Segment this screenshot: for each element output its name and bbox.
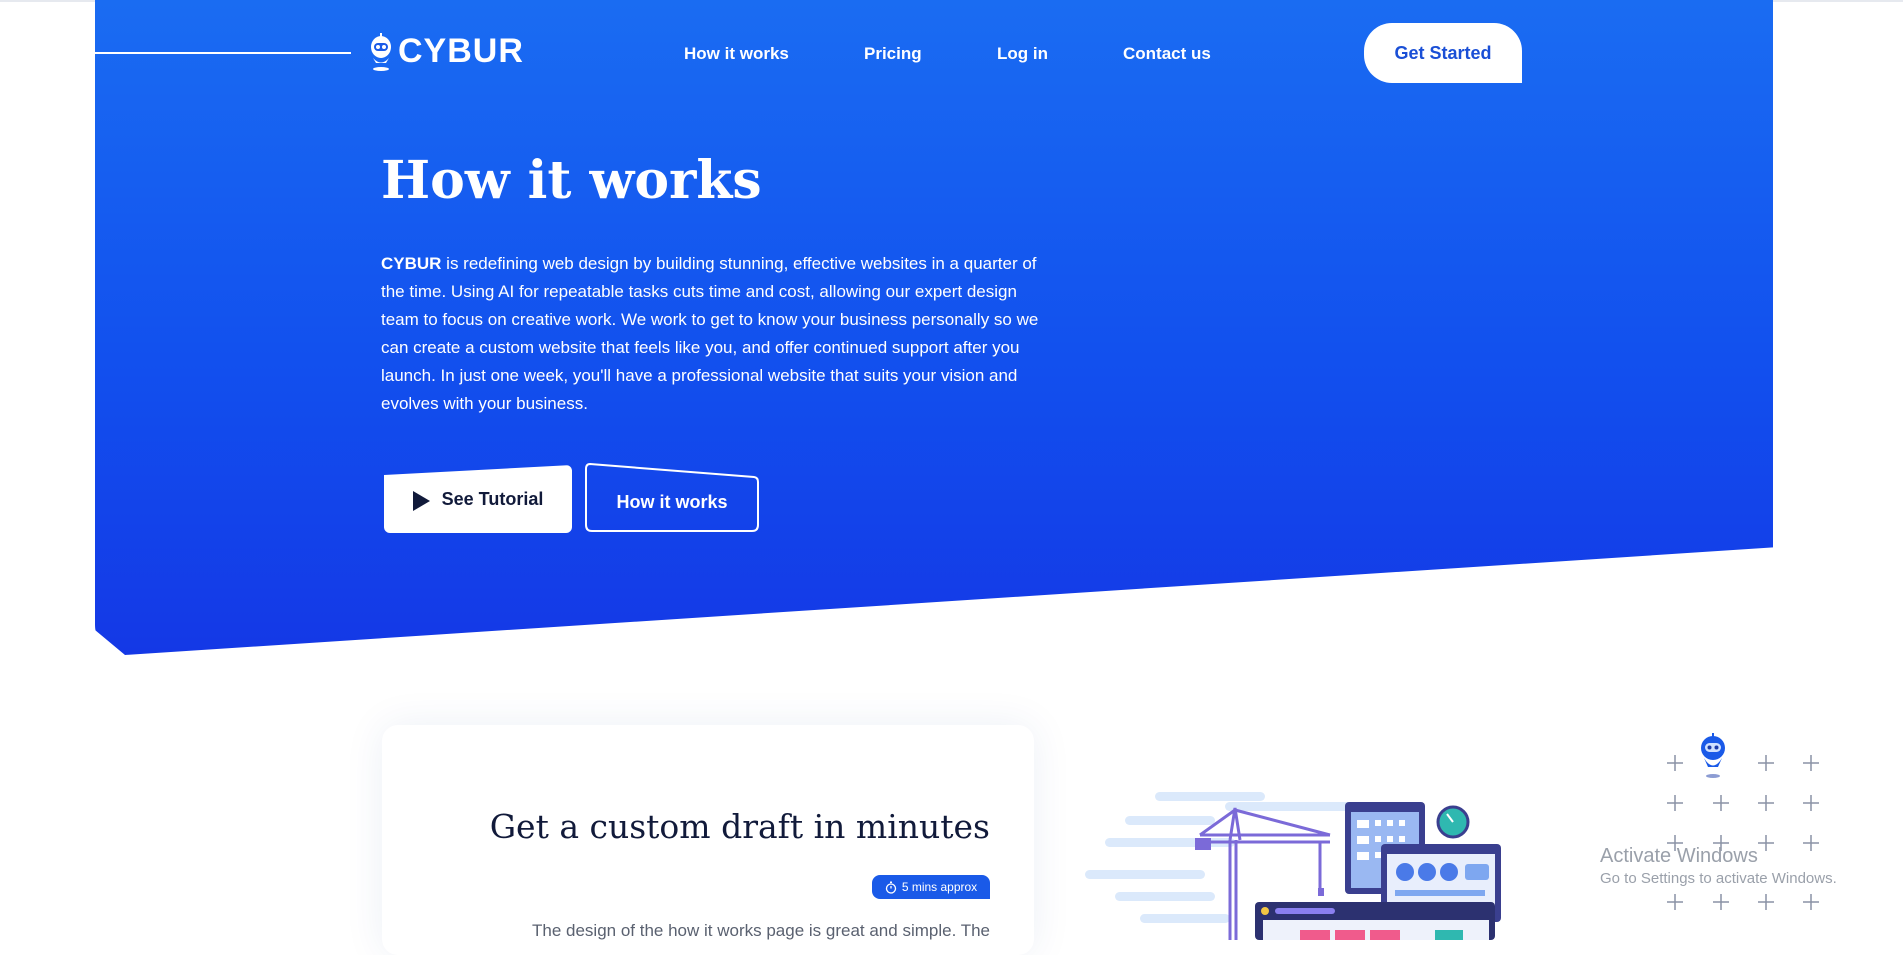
hero-title: How it works bbox=[381, 150, 762, 211]
robot-mascot-icon bbox=[1701, 733, 1725, 778]
robot-logo-icon bbox=[371, 32, 391, 71]
brand-name: CYBUR bbox=[398, 32, 524, 70]
see-tutorial-label: See Tutorial bbox=[441, 488, 544, 509]
stopwatch-icon bbox=[885, 881, 896, 894]
windows-activation-watermark: Activate Windows Go to Settings to activ… bbox=[1600, 845, 1837, 887]
hero-description: CYBUR is redefining web design by buildi… bbox=[381, 250, 1041, 418]
nav-link-how-it-works[interactable]: How it works bbox=[684, 44, 789, 64]
decorative-plus-grid bbox=[1667, 755, 1819, 910]
nav-link-pricing[interactable]: Pricing bbox=[864, 44, 922, 64]
how-it-works-label: How it works bbox=[616, 491, 728, 512]
nav-decor-line bbox=[95, 52, 351, 54]
nav-link-contact[interactable]: Contact us bbox=[1123, 44, 1211, 64]
step-title: Get a custom draft in minutes bbox=[489, 807, 990, 846]
how-it-works-button[interactable]: How it works bbox=[584, 463, 760, 533]
watermark-subtitle: Go to Settings to activate Windows. bbox=[1600, 870, 1837, 887]
see-tutorial-button[interactable]: See Tutorial bbox=[384, 465, 572, 533]
play-icon bbox=[412, 491, 430, 511]
time-badge: 5 mins approx bbox=[872, 875, 990, 899]
brand-logo[interactable]: CYBUR bbox=[366, 32, 524, 71]
watermark-title: Activate Windows bbox=[1600, 845, 1758, 867]
hero-description-brand: CYBUR bbox=[381, 254, 442, 273]
time-badge-label: 5 mins approx bbox=[901, 880, 978, 894]
step-card: Get a custom draft in minutes 5 mins app… bbox=[382, 725, 1034, 955]
get-started-button[interactable]: Get Started bbox=[1364, 23, 1522, 83]
hero-description-text: is redefining web design by building stu… bbox=[381, 254, 1039, 413]
step-description: The design of the how it works page is g… bbox=[532, 921, 990, 940]
website-builder-illustration bbox=[1085, 792, 1501, 940]
nav-link-login[interactable]: Log in bbox=[997, 44, 1048, 64]
